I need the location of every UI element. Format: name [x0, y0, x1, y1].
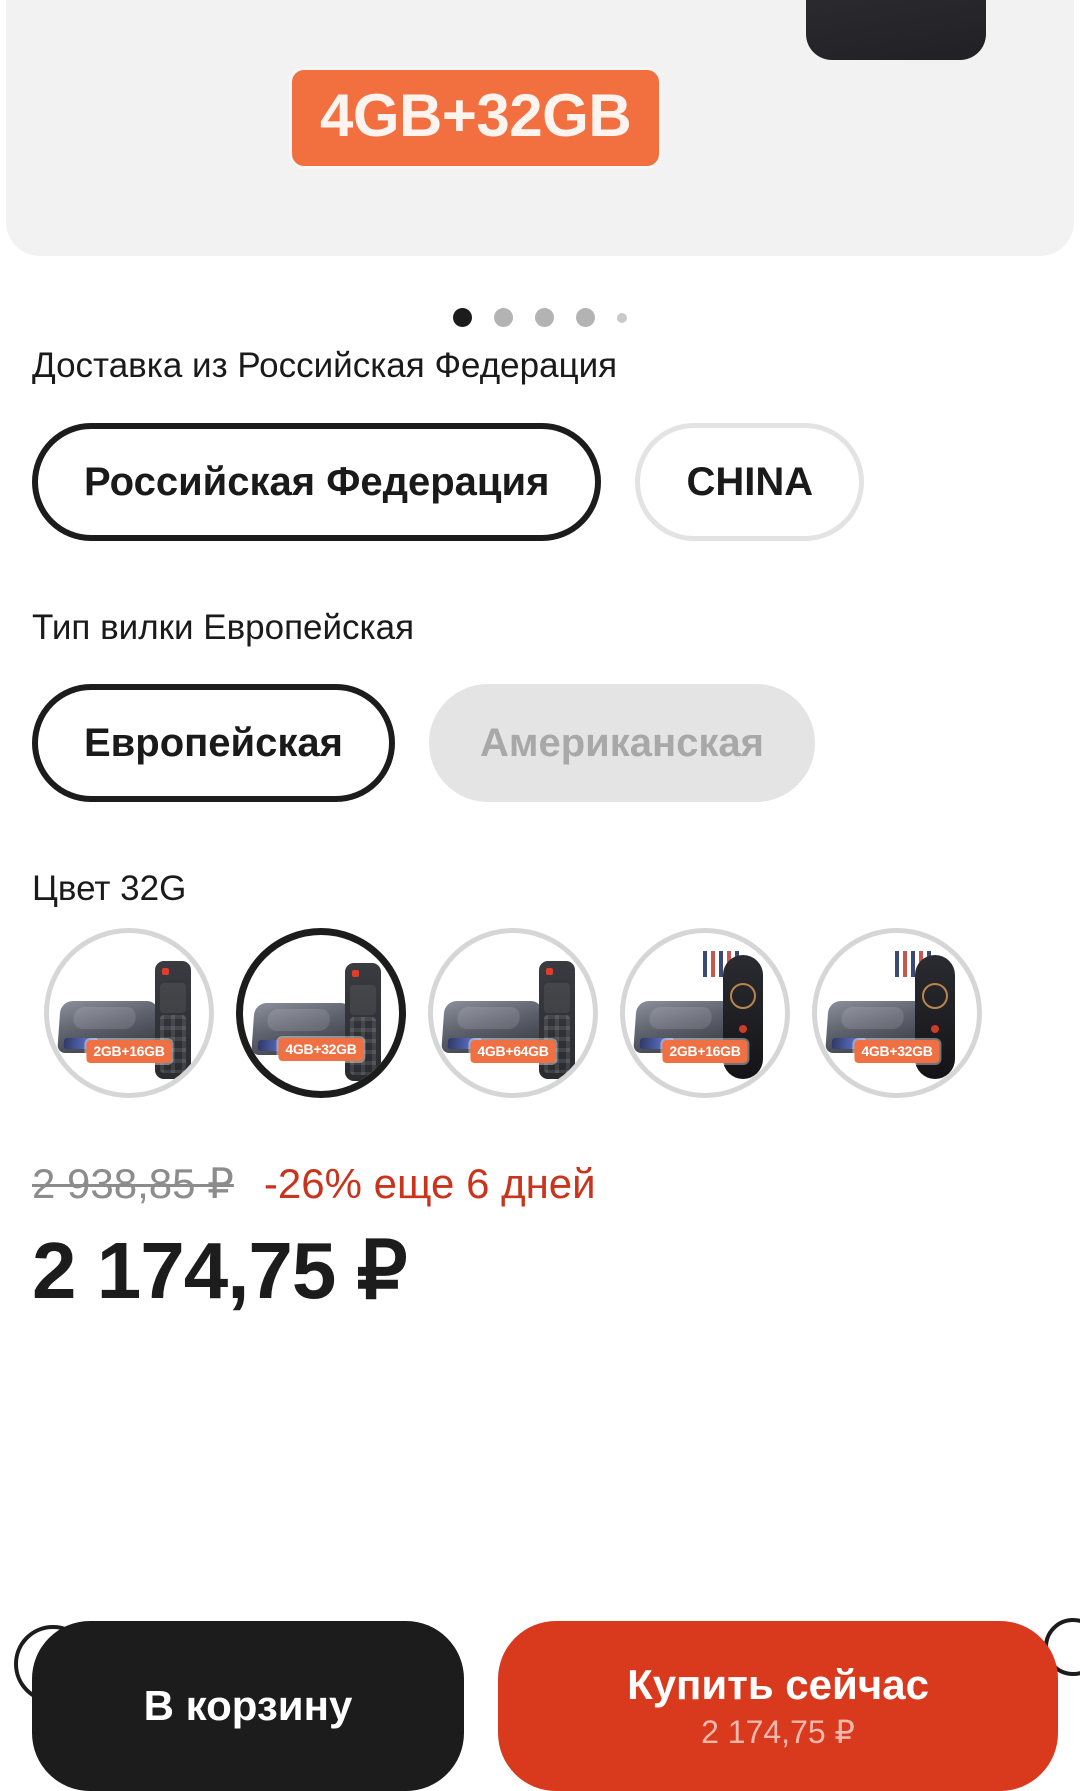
color-swatch-4[interactable]: 2GB+16GB [620, 928, 790, 1098]
delivery-options-row[interactable]: Российская Федерация CHINA [32, 423, 865, 541]
price-current: 2 174,75 ₽ [32, 1226, 408, 1315]
tv-box-device-image [806, 0, 986, 60]
product-gallery[interactable]: 4GB+32GB [6, 0, 1074, 256]
buy-now-button[interactable]: Купить сейчас 2 174,75 ₽ [498, 1621, 1058, 1791]
swatch-product-image-3 [433, 933, 593, 1093]
price-old-row: 2 938,85 ₽ -26% еще 6 дней [32, 1159, 596, 1208]
buy-now-label: Купить сейчас [627, 1661, 929, 1708]
price-block: 2 938,85 ₽ -26% еще 6 дней 2 174,75 ₽ [32, 1159, 596, 1317]
plug-option-european[interactable]: Европейская [32, 684, 395, 802]
gallery-spec-badge: 4GB+32GB [292, 70, 660, 166]
gallery-dot-1[interactable] [453, 308, 472, 327]
swatch-product-image-2 [243, 935, 399, 1091]
plug-section-label: Тип вилки Европейская [32, 608, 415, 647]
color-section-label: Цвет 32G [32, 869, 187, 908]
color-swatch-2[interactable]: 4GB+32GB [236, 928, 406, 1098]
color-swatch-3[interactable]: 4GB+64GB [428, 928, 598, 1098]
product-detail-page: 4GB+32GB Доставка из Российская Федераци… [0, 0, 1080, 1791]
swatch-product-image-5 [817, 933, 977, 1093]
color-swatches-row[interactable]: 2GB+16GB 4GB+32GB 4GB+64GB 2GB+16GB 4GB+… [44, 928, 982, 1098]
swatch-badge-3: 4GB+64GB [470, 1040, 556, 1063]
swatch-badge-5: 4GB+32GB [854, 1040, 940, 1063]
plug-options-row[interactable]: Европейская Американская [32, 684, 816, 802]
gallery-dot-3[interactable] [535, 308, 554, 327]
gallery-image: 4GB+32GB [6, 0, 1074, 256]
price-discount-badge: -26% еще 6 дней [263, 1160, 596, 1207]
delivery-section-label: Доставка из Российская Федерация [32, 346, 618, 385]
price-original: 2 938,85 ₽ [32, 1160, 234, 1207]
swatch-product-image-4 [625, 933, 785, 1093]
swatch-badge-1: 2GB+16GB [86, 1040, 172, 1063]
swatch-badge-2: 4GB+32GB [278, 1038, 364, 1061]
delivery-option-china[interactable]: CHINA [635, 423, 865, 541]
swatch-badge-4: 2GB+16GB [662, 1040, 748, 1063]
color-swatch-5[interactable]: 4GB+32GB [812, 928, 982, 1098]
gallery-dot-5[interactable] [617, 312, 627, 323]
color-swatch-1[interactable]: 2GB+16GB [44, 928, 214, 1098]
plug-option-american[interactable]: Американская [428, 684, 816, 802]
swatch-product-image-1 [49, 933, 209, 1093]
gallery-dot-2[interactable] [494, 308, 513, 327]
buy-now-price: 2 174,75 ₽ [701, 1714, 855, 1750]
delivery-option-russia[interactable]: Российская Федерация [32, 423, 602, 541]
gallery-dot-4[interactable] [576, 308, 595, 327]
add-to-cart-button[interactable]: В корзину [32, 1621, 464, 1791]
gallery-pagination-dots[interactable] [0, 308, 1080, 327]
